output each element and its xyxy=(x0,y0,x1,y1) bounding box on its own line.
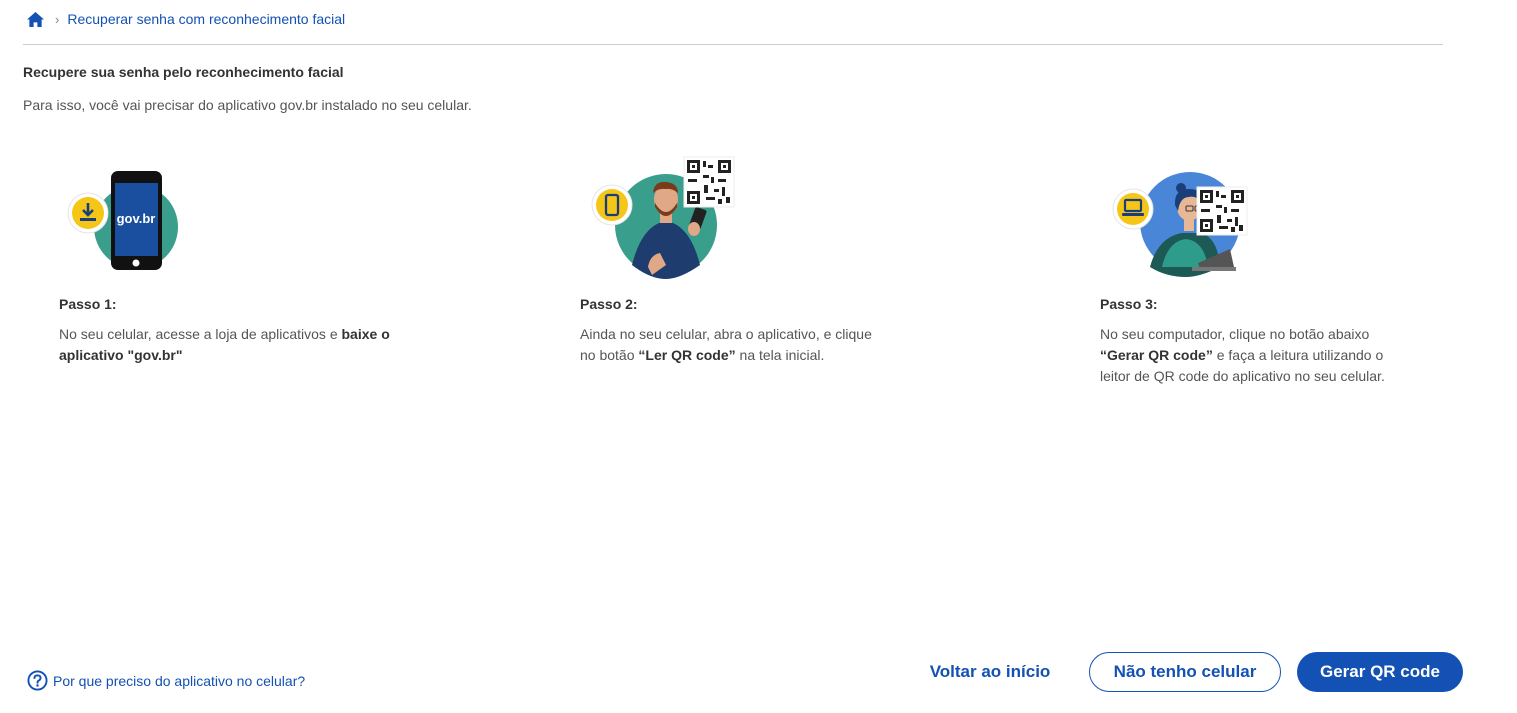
back-to-start-button[interactable]: Voltar ao início xyxy=(918,652,1062,692)
generate-qr-button[interactable]: Gerar QR code xyxy=(1297,652,1463,692)
help-link[interactable]: Por que preciso do aplicativo no celular… xyxy=(27,670,305,691)
help-link-text[interactable]: Por que preciso do aplicativo no celular… xyxy=(53,673,305,689)
qr-code-image xyxy=(1196,186,1248,236)
question-circle-icon xyxy=(27,670,48,691)
step-2: Passo 2: Ainda no seu celular, abra o ap… xyxy=(580,155,920,363)
person-scanning-illustration xyxy=(591,156,735,279)
no-phone-button[interactable]: Não tenho celular xyxy=(1089,652,1281,692)
page-title: Recupere sua senha pelo reconhecimento f… xyxy=(23,64,344,80)
breadcrumb-current[interactable]: Recuperar senha com reconhecimento facia… xyxy=(67,11,345,27)
home-icon[interactable] xyxy=(26,11,45,28)
step-2-title: Passo 2: xyxy=(580,296,638,312)
phone-screen-label: gov.br xyxy=(117,211,156,226)
smartphone-icon xyxy=(591,184,633,226)
header-divider xyxy=(23,44,1443,45)
step-3: Passo 3: No seu computador, clique no bo… xyxy=(1100,155,1440,384)
breadcrumb: › Recuperar senha com reconhecimento fac… xyxy=(26,9,345,29)
laptop-icon xyxy=(1112,188,1154,230)
person-laptop-illustration xyxy=(1112,172,1248,277)
step-1: gov.br Passo 1: No seu celular, acesse a… xyxy=(59,155,399,363)
step-3-text: No seu computador, clique no botão abaix… xyxy=(1100,326,1385,384)
step-3-title: Passo 3: xyxy=(1100,296,1158,312)
qr-code-image xyxy=(683,156,735,208)
download-icon xyxy=(67,192,109,234)
intro-text: Para isso, você vai precisar do aplicati… xyxy=(23,97,472,113)
step-1-text: No seu celular, acesse a loja de aplicat… xyxy=(59,326,390,363)
page: › Recuperar senha com reconhecimento fac… xyxy=(0,0,1517,713)
step-2-text: Ainda no seu celular, abra o aplicativo,… xyxy=(580,326,872,363)
breadcrumb-separator: › xyxy=(55,11,60,27)
phone-download-illustration: gov.br xyxy=(67,171,178,270)
step-1-title: Passo 1: xyxy=(59,296,117,312)
